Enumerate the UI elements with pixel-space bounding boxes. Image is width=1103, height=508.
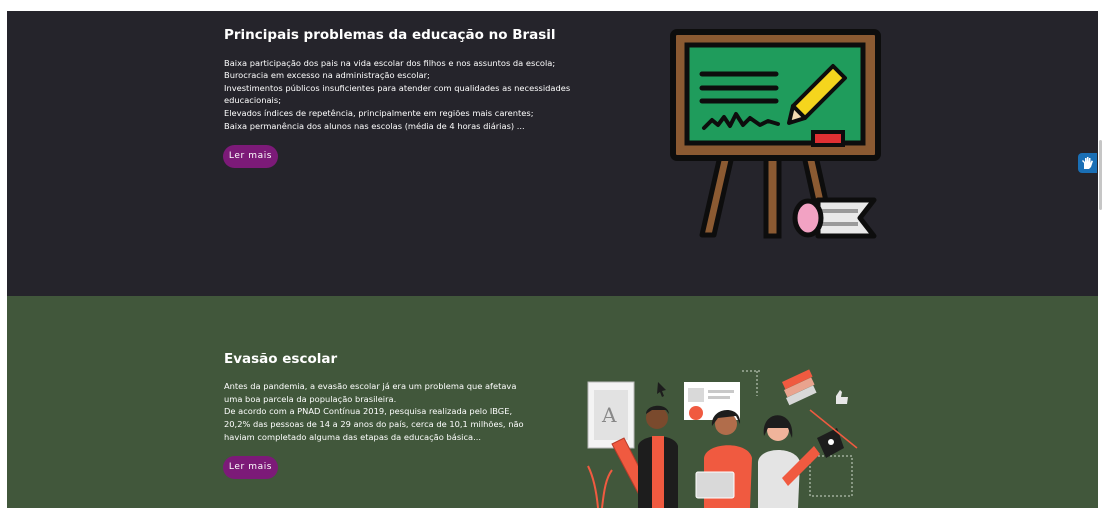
problems-section — [7, 11, 1098, 296]
problems-text-line: Burocracia em excesso na administração e… — [224, 70, 430, 80]
dropout-section — [7, 296, 1098, 508]
cursor-icon — [657, 382, 666, 397]
person-student-3 — [758, 415, 820, 508]
dropout-text-line: De acordo com a PNAD Contínua 2019, pesq… — [224, 406, 513, 416]
accessibility-button[interactable] — [1078, 153, 1097, 173]
dropout-read-more-button[interactable]: Ler mais — [223, 456, 278, 479]
problems-title: Principais problemas da educação no Bras… — [224, 27, 556, 43]
problems-read-more-button[interactable]: Ler mais — [223, 145, 278, 168]
letter-a-card: A — [587, 381, 635, 449]
scrollbar-track[interactable] — [1098, 11, 1103, 508]
dropout-text-line: uma boa parcela da população brasileira. — [224, 394, 397, 404]
dropout-title: Evasão escolar — [224, 351, 338, 367]
problems-text-line: Elevados índices de repetência, principa… — [224, 108, 534, 118]
color-palette-icon — [782, 369, 817, 406]
students-illustration: A — [587, 369, 858, 508]
eraser — [811, 130, 845, 147]
accessibility-hand-icon — [1082, 157, 1093, 169]
problems-text-line: Investimentos públicos insuficientes par… — [224, 83, 571, 93]
problems-text-line: Baixa participação dos pais na vida esco… — [224, 58, 556, 68]
problems-text-line: educacionais; — [224, 95, 281, 105]
person-student-1 — [638, 405, 678, 508]
chalkboard-illustration — [670, 29, 881, 239]
thumbs-up-icon — [832, 390, 848, 404]
svg-text:A: A — [601, 403, 617, 427]
dropout-text-line: Antes da pandemia, a evasão escolar já e… — [224, 381, 517, 391]
book-icon — [792, 197, 877, 239]
chalkboard — [684, 42, 866, 146]
person-student-2 — [695, 409, 752, 508]
plant-icon — [587, 465, 613, 508]
top-strip — [0, 0, 1103, 11]
scrollbar-thumb[interactable] — [1099, 140, 1102, 210]
dropout-text-line: 20,2% das pessoas de 14 a 29 anos do paí… — [224, 419, 524, 429]
problems-text-line: Baixa permanência dos alunos nas escolas… — [224, 121, 525, 131]
left-gutter — [0, 11, 7, 508]
dropout-text-line: haviam completado alguma das etapas da e… — [224, 432, 482, 442]
